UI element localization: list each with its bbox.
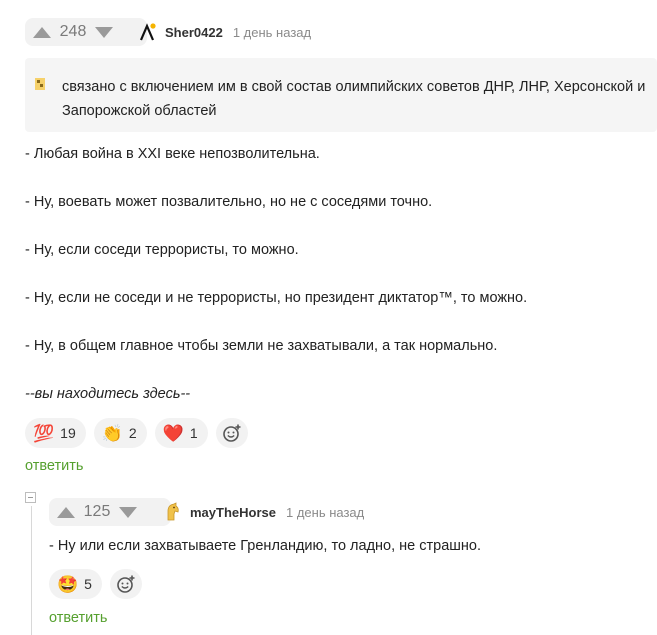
reply-author: mayTheHorse 1 день назад (162, 502, 364, 522)
author-name[interactable]: mayTheHorse (190, 505, 276, 520)
reaction-bar: 🤩 5 (49, 569, 142, 599)
comment-paragraph: - Ну, в общем главное чтобы земли не зах… (25, 338, 498, 354)
thread-line[interactable] (31, 506, 32, 635)
add-emoji-icon (117, 575, 135, 593)
reaction-clap[interactable]: 👏 2 (93, 418, 147, 448)
comment-paragraph: - Любая война в XXI веке непозволительна… (25, 146, 320, 162)
reply-rating: 125 (49, 498, 171, 526)
add-reaction-button[interactable] (109, 569, 142, 599)
quote-block: связано с включением им в свой состав ол… (25, 58, 657, 132)
reaction-bar: 💯 19 👏 2 ❤️ 1 (25, 418, 248, 448)
reaction-hundred[interactable]: 💯 19 (25, 418, 86, 448)
lambda-avatar-icon[interactable] (137, 22, 157, 42)
collapse-thread-button[interactable] (25, 492, 36, 503)
upvote-arrow-icon[interactable] (57, 506, 75, 518)
rating-count: 125 (83, 503, 111, 520)
quote-text: связано с включением им в свой состав ол… (62, 79, 646, 119)
comment-paragraph: - Ну, если не соседи и не террористы, но… (25, 290, 528, 306)
star-struck-emoji-icon: 🤩 (57, 574, 79, 594)
comment-time[interactable]: 1 день назад (233, 25, 311, 40)
hundred-emoji-icon: 💯 (33, 423, 55, 443)
reaction-count: 2 (128, 425, 137, 441)
reaction-count: 1 (189, 425, 198, 441)
upvote-arrow-icon[interactable] (33, 26, 51, 38)
comment-rating: 248 (25, 18, 147, 46)
comment-time[interactable]: 1 день назад (286, 505, 364, 520)
reaction-heart[interactable]: ❤️ 1 (154, 418, 208, 448)
add-emoji-icon (222, 424, 241, 442)
reaction-count: 19 (60, 425, 76, 441)
reaction-count: 5 (84, 576, 92, 592)
add-reaction-button[interactable] (215, 418, 248, 448)
comment-paragraph: --вы находитесь здесь-- (25, 386, 191, 402)
downvote-arrow-icon[interactable] (119, 506, 137, 518)
comment-paragraph: - Ну, воевать может позвалительно, но не… (25, 194, 433, 210)
clap-emoji-icon: 👏 (101, 423, 123, 443)
quote-icon (35, 78, 45, 90)
reply-text: - Ну или если захватываете Гренландию, т… (49, 538, 482, 554)
downvote-arrow-icon[interactable] (95, 26, 113, 38)
reply-button[interactable]: ответить (25, 458, 83, 474)
comment-author: Sher0422 1 день назад (137, 22, 311, 42)
rating-count: 248 (59, 23, 87, 40)
author-name[interactable]: Sher0422 (165, 25, 223, 40)
comment-paragraph: - Ну, если соседи террористы, то можно. (25, 242, 299, 258)
heart-emoji-icon: ❤️ (162, 423, 184, 443)
reply-button[interactable]: ответить (49, 610, 107, 626)
reaction-star-struck[interactable]: 🤩 5 (49, 569, 102, 599)
horse-avatar-icon[interactable] (162, 502, 182, 522)
